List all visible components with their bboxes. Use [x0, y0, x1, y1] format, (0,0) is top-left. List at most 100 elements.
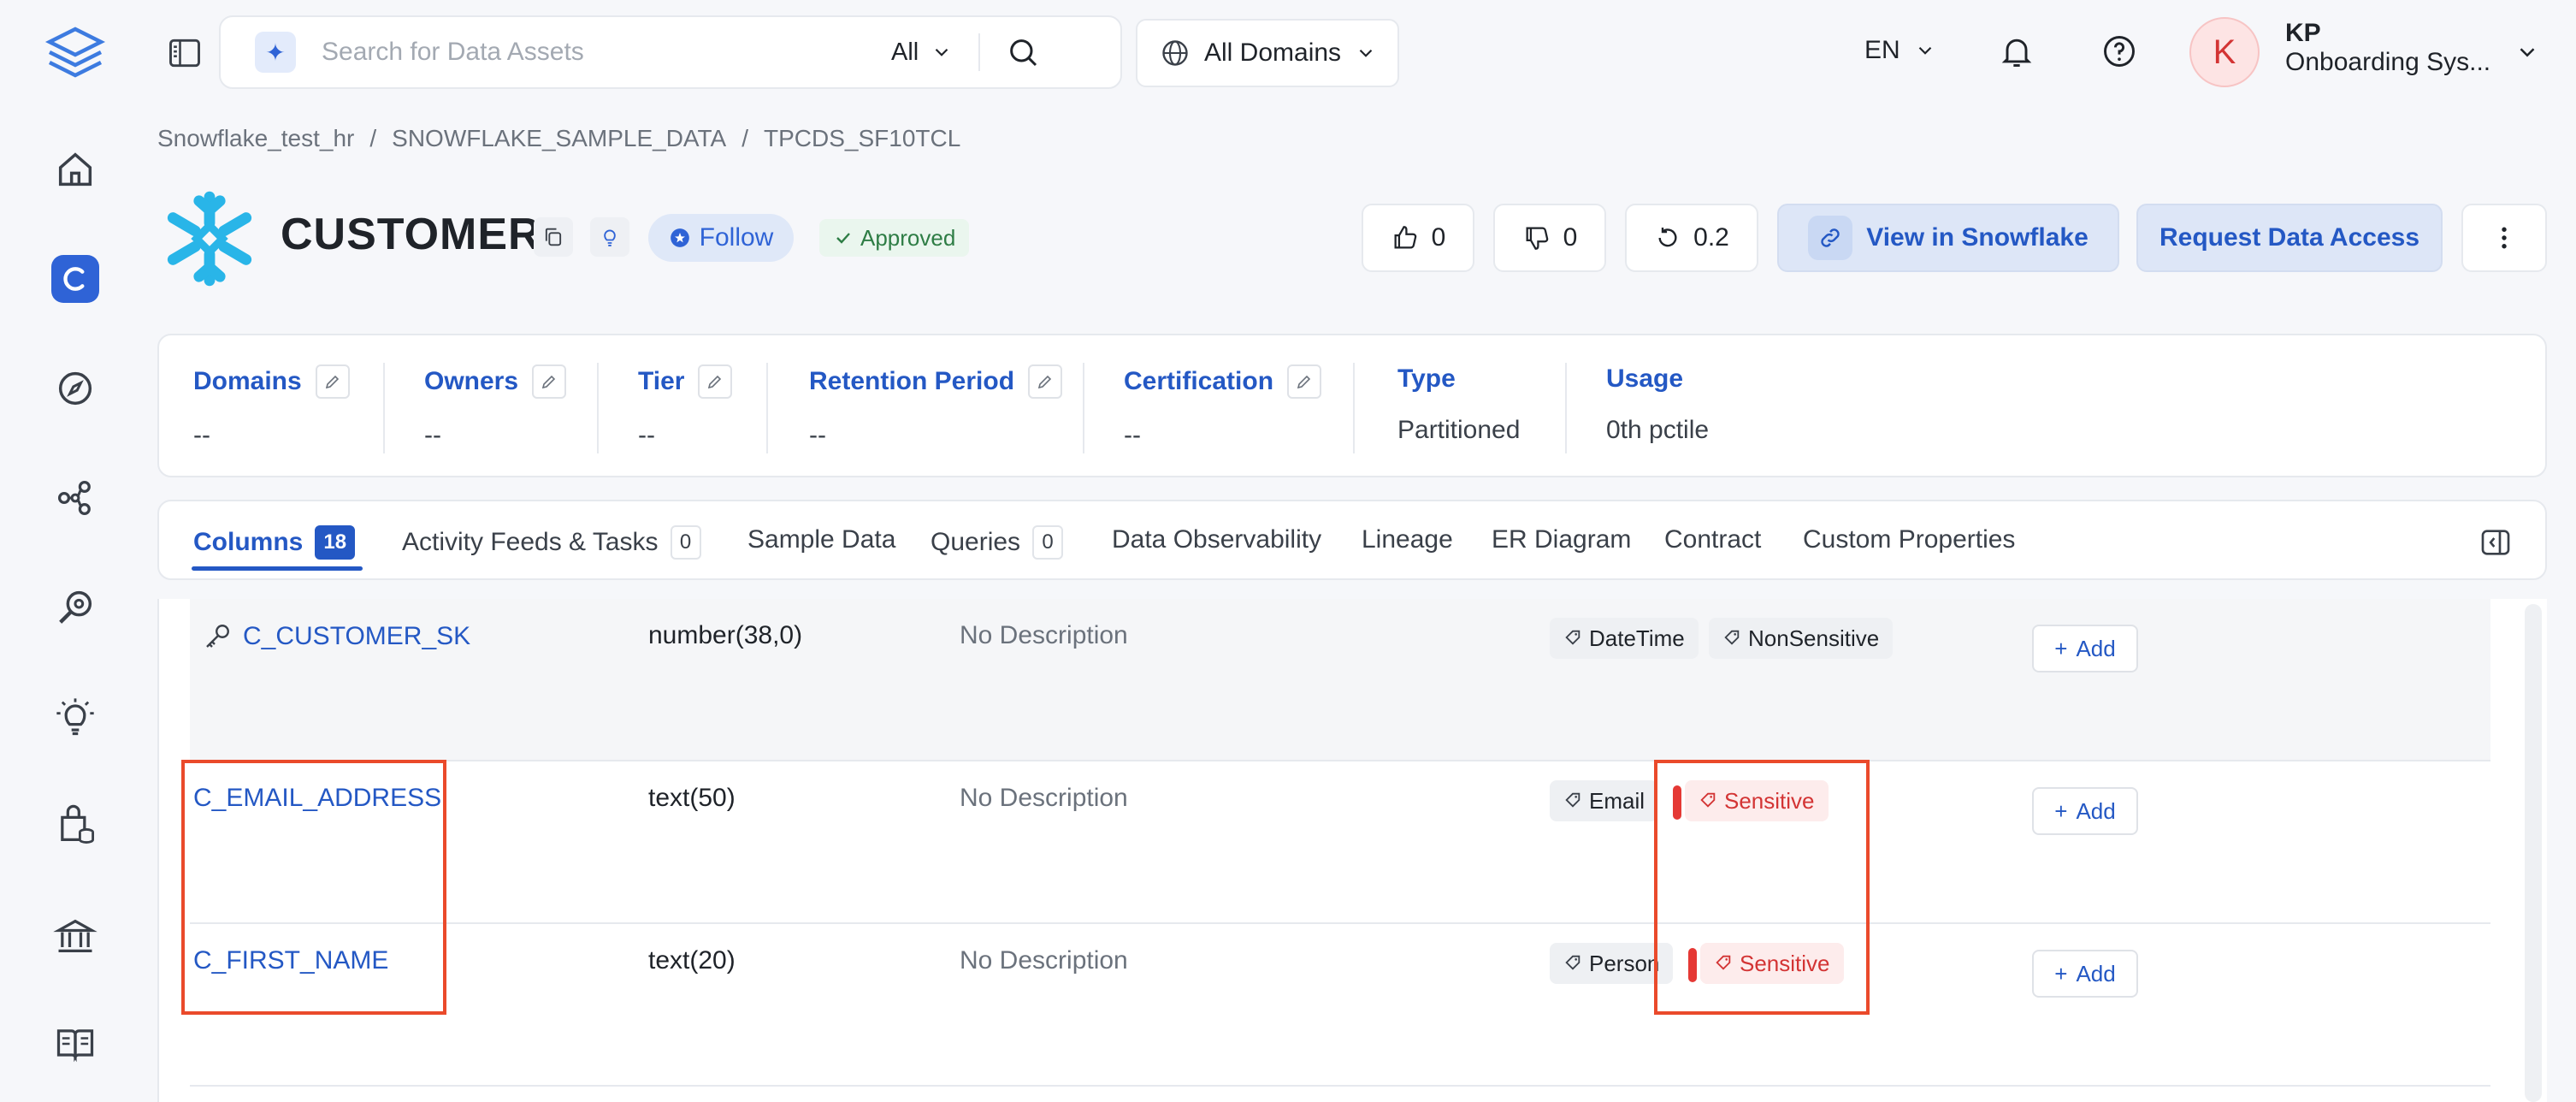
search-filter-dropdown[interactable]: All: [891, 39, 953, 67]
property-label: Type: [1397, 364, 1456, 393]
tag-label: Person: [1589, 950, 1660, 976]
follow-label: Follow: [699, 223, 774, 252]
collapse-panel-icon[interactable]: [2479, 525, 2513, 564]
star-icon: [670, 228, 689, 247]
domains-label: All Domains: [1204, 39, 1342, 67]
properties-panel: Domains -- Owners -- Tier -- Retention P…: [157, 334, 2547, 477]
tab-lineage[interactable]: Lineage: [1362, 525, 1453, 554]
upvote-button[interactable]: 0: [1362, 204, 1474, 272]
tab-label: Contract: [1664, 525, 1762, 554]
suggestion-bulb-icon[interactable]: [590, 217, 629, 257]
view-in-snowflake-button[interactable]: View in Snowflake: [1777, 204, 2119, 272]
search-icon[interactable]: [1006, 35, 1040, 69]
catalog-icon[interactable]: [51, 255, 99, 303]
glossary-book-icon[interactable]: [50, 1018, 101, 1069]
divider: [1565, 363, 1567, 453]
explore-compass-icon[interactable]: [50, 363, 101, 414]
globe-icon: [1162, 40, 1188, 66]
tag-chip[interactable]: Email: [1550, 780, 1657, 821]
edit-pencil-icon[interactable]: [532, 364, 567, 399]
governance-bank-icon[interactable]: [50, 910, 101, 962]
chevron-down-icon: [1918, 46, 1931, 55]
app-logo-icon[interactable]: [44, 24, 106, 86]
data-products-icon[interactable]: [50, 799, 101, 850]
edit-pencil-icon[interactable]: [1028, 364, 1063, 399]
tab-label: Queries: [931, 528, 1021, 556]
plus-icon: +: [2054, 797, 2068, 824]
user-avatar[interactable]: K: [2189, 17, 2260, 87]
tab-contract[interactable]: Contract: [1664, 525, 1761, 554]
user-team: Onboarding Sys...: [2285, 48, 2491, 76]
property-label: Owners: [424, 367, 519, 395]
tab-columns[interactable]: Columns 18: [193, 525, 356, 560]
table-scrollbar[interactable]: [2525, 604, 2542, 1102]
column-name-cell: C_CUSTOMER_SK: [202, 621, 470, 652]
observability-search-icon[interactable]: [50, 582, 101, 633]
property-tier: Tier --: [638, 364, 733, 450]
add-tag-button[interactable]: + Add: [2032, 787, 2138, 835]
request-data-access-label: Request Data Access: [2159, 223, 2420, 252]
property-value: --: [809, 421, 826, 449]
edit-pencil-icon[interactable]: [1287, 364, 1322, 399]
domains-dropdown[interactable]: All Domains: [1136, 19, 1399, 87]
chevron-down-icon: [1359, 49, 1373, 57]
add-tag-button[interactable]: + Add: [2032, 950, 2138, 998]
ai-sparkle-icon[interactable]: ✦: [255, 32, 296, 73]
breadcrumb-separator: /: [369, 125, 377, 151]
edit-pencil-icon[interactable]: [698, 364, 733, 399]
tab-data-observability[interactable]: Data Observability: [1112, 525, 1321, 554]
version-button[interactable]: 0.2: [1625, 204, 1758, 272]
kebab-menu-icon: [2502, 227, 2507, 249]
add-label: Add: [2076, 635, 2116, 661]
notifications-bell-icon[interactable]: [1998, 33, 2035, 74]
upvote-count: 0: [1431, 223, 1446, 252]
divider: [1083, 363, 1084, 453]
property-value: --: [424, 421, 441, 449]
home-icon[interactable]: [50, 144, 101, 195]
primary-key-icon: [206, 625, 229, 648]
table-row: C_CUSTOMER_SK number(38,0) No Descriptio…: [190, 599, 2490, 761]
search-input[interactable]: [322, 38, 886, 67]
tag-chip[interactable]: DateTime: [1550, 618, 1699, 659]
tag-icon: [1565, 630, 1580, 645]
more-options-button[interactable]: [2461, 204, 2547, 272]
link-icon: [1808, 216, 1853, 260]
tab-label: Data Observability: [1112, 525, 1322, 554]
column-type: number(38,0): [648, 621, 803, 649]
tab-er-diagram[interactable]: ER Diagram: [1492, 525, 1631, 554]
snowflake-logo-icon: [157, 187, 262, 295]
property-value: 0th pctile: [1606, 416, 1710, 444]
user-name: KP: [2285, 19, 2321, 47]
tab-label: Lineage: [1362, 525, 1453, 554]
highlight-box-column-names: [181, 760, 446, 1015]
insights-bulb-icon[interactable]: [50, 691, 101, 743]
view-in-snowflake-label: View in Snowflake: [1866, 223, 2089, 252]
breadcrumb-item[interactable]: Snowflake_test_hr: [157, 125, 354, 152]
user-menu-chevron-icon[interactable]: [2514, 39, 2540, 69]
column-name-link[interactable]: C_CUSTOMER_SK: [243, 622, 470, 651]
plus-icon: +: [2054, 635, 2068, 661]
tag-label: NonSensitive: [1748, 625, 1880, 651]
edit-pencil-icon[interactable]: [315, 364, 350, 399]
copy-icon[interactable]: [534, 217, 573, 257]
tag-chip[interactable]: NonSensitive: [1709, 618, 1894, 659]
tab-custom-properties[interactable]: Custom Properties: [1803, 525, 2015, 554]
sidebar-toggle-icon[interactable]: [166, 34, 204, 72]
tab-queries[interactable]: Queries 0: [931, 525, 1064, 560]
help-icon[interactable]: [2100, 33, 2138, 74]
lineage-network-icon[interactable]: [50, 472, 101, 524]
downvote-button[interactable]: 0: [1493, 204, 1606, 272]
table-row: C_EMAIL_ADDRESS text(50) No Description …: [190, 761, 2490, 924]
version-number: 0.2: [1693, 223, 1729, 252]
breadcrumb-item[interactable]: SNOWFLAKE_SAMPLE_DATA: [392, 125, 726, 152]
property-value: Partitioned: [1397, 416, 1521, 444]
breadcrumb-item[interactable]: TPCDS_SF10TCL: [764, 125, 960, 152]
request-data-access-button[interactable]: Request Data Access: [2136, 204, 2443, 272]
language-selector[interactable]: EN: [1864, 36, 1936, 65]
columns-table: C_CUSTOMER_SK number(38,0) No Descriptio…: [157, 599, 2547, 1102]
add-tag-button[interactable]: + Add: [2032, 625, 2138, 672]
divider: [766, 363, 768, 453]
tab-sample-data[interactable]: Sample Data: [747, 525, 895, 554]
tab-activity-feeds[interactable]: Activity Feeds & Tasks 0: [402, 525, 701, 560]
follow-button[interactable]: Follow: [648, 214, 794, 262]
